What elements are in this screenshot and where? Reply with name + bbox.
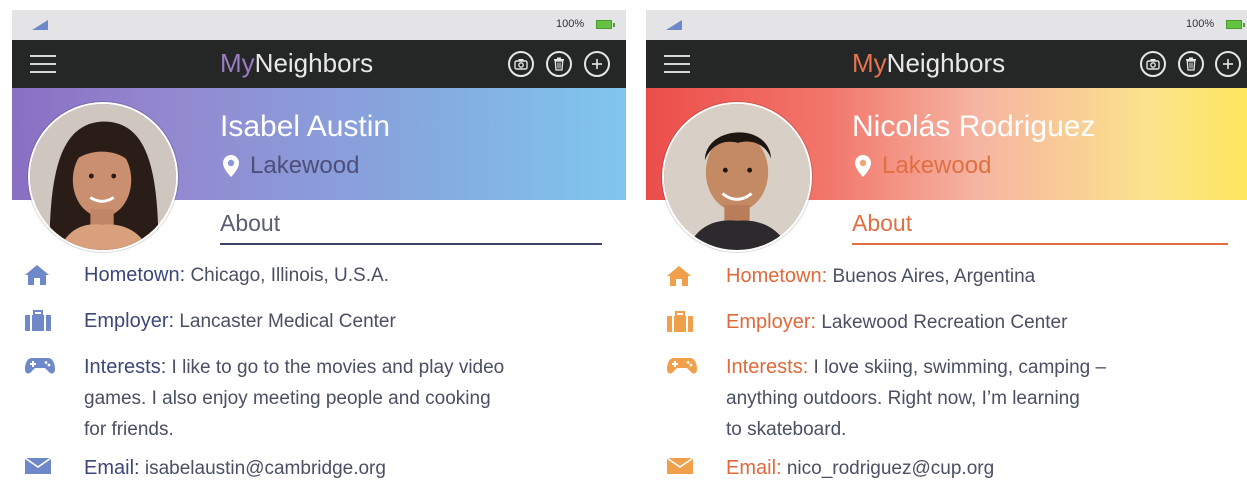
employer-value: Lakewood Recreation Center <box>821 312 1068 333</box>
hometown-label: Hometown: <box>84 264 186 286</box>
profile-name: Isabel Austin <box>220 110 391 143</box>
trash-icon <box>554 57 564 71</box>
app-title-neighbors: Neighbors <box>254 48 374 78</box>
email-row: Email: nico_rodriguez@cup.org <box>666 453 994 484</box>
profile-screen-nicolas: 100% MyNeighbors Nicolás Rodriguez Lakew… <box>646 10 1247 492</box>
avatar <box>28 102 178 252</box>
about-heading: About <box>852 210 1228 245</box>
interests-line-1: I love skiing, swimming, camping – <box>813 357 1107 378</box>
email-value[interactable]: nico_rodriguez@cup.org <box>787 458 994 479</box>
app-title-neighbors: Neighbors <box>886 48 1006 78</box>
menu-icon[interactable] <box>30 54 56 74</box>
delete-button[interactable] <box>1178 51 1204 77</box>
menu-icon[interactable] <box>664 54 690 74</box>
profile-screen-isabel: 100% MyNeighbors Isabel Austin Lakewood … <box>12 10 626 492</box>
camera-icon <box>514 59 528 70</box>
plus-icon <box>1223 59 1233 69</box>
briefcase-icon <box>667 311 693 332</box>
avatar <box>662 102 812 252</box>
hometown-value: Buenos Aires, Argentina <box>832 266 1036 287</box>
signal-icon <box>32 20 48 30</box>
app-title: MyNeighbors <box>220 48 373 79</box>
profile-location: Lakewood <box>854 152 991 180</box>
plus-icon <box>592 59 602 69</box>
add-button[interactable] <box>584 51 610 77</box>
email-label: Email: <box>726 457 782 479</box>
camera-button[interactable] <box>508 51 534 77</box>
home-icon <box>667 266 691 286</box>
status-bar: 100% <box>646 10 1247 40</box>
interests-line-2: anything outdoors. Right now, I’m learni… <box>726 388 1080 409</box>
interests-line-1: I like to go to the movies and play vide… <box>171 357 505 378</box>
app-title-my: My <box>852 48 887 78</box>
hometown-value: Chicago, Illinois, U.S.A. <box>190 265 389 286</box>
about-heading: About <box>220 210 602 245</box>
location-text: Lakewood <box>250 152 360 179</box>
add-button[interactable] <box>1215 51 1241 77</box>
delete-button[interactable] <box>546 51 572 77</box>
location-pin-icon <box>223 155 239 177</box>
location-text: Lakewood <box>882 152 992 179</box>
battery-icon <box>596 20 615 29</box>
hometown-row: Hometown: Buenos Aires, Argentina <box>667 261 1036 292</box>
app-title-my: My <box>220 48 255 78</box>
hometown-label: Hometown: <box>726 265 828 287</box>
trash-icon <box>1186 57 1196 71</box>
profile-name: Nicolás Rodriguez <box>852 110 1096 143</box>
email-row: Email: isabelaustin@cambridge.org <box>24 453 386 484</box>
battery-percent: 100% <box>1186 18 1215 30</box>
interests-row: Interests: I like to go to the movies an… <box>25 352 604 445</box>
interests-row: Interests: I love skiing, swimming, camp… <box>667 352 1226 445</box>
app-bar: MyNeighbors <box>646 40 1247 88</box>
app-title: MyNeighbors <box>852 48 1005 79</box>
envelope-icon <box>666 457 694 474</box>
gamepad-icon <box>25 358 55 374</box>
battery-percent: 100% <box>556 18 585 30</box>
profile-location: Lakewood <box>222 152 359 180</box>
employer-label: Employer: <box>84 310 175 332</box>
interests-line-3: for friends. <box>84 419 174 440</box>
briefcase-icon <box>25 310 51 331</box>
gamepad-icon <box>667 358 697 374</box>
battery-icon <box>1226 20 1245 29</box>
email-value[interactable]: isabelaustin@cambridge.org <box>145 458 386 479</box>
employer-label: Employer: <box>726 311 817 333</box>
interests-label: Interests: <box>84 356 167 378</box>
employer-value: Lancaster Medical Center <box>179 311 396 332</box>
signal-icon <box>666 20 682 30</box>
interests-line-3: to skateboard. <box>726 419 847 440</box>
profile-photo <box>664 104 810 250</box>
status-bar: 100% <box>12 10 626 40</box>
profile-photo <box>30 104 176 250</box>
location-pin-icon <box>855 155 871 177</box>
camera-icon <box>1146 59 1160 70</box>
home-icon <box>25 265 49 285</box>
camera-button[interactable] <box>1140 51 1166 77</box>
hometown-row: Hometown: Chicago, Illinois, U.S.A. <box>25 260 389 291</box>
envelope-icon <box>24 457 52 474</box>
employer-row: Employer: Lakewood Recreation Center <box>667 307 1068 338</box>
app-bar: MyNeighbors <box>12 40 626 88</box>
interests-line-2: games. I also enjoy meeting people and c… <box>84 388 491 409</box>
interests-label: Interests: <box>726 356 809 378</box>
email-label: Email: <box>84 457 140 479</box>
employer-row: Employer: Lancaster Medical Center <box>25 306 396 337</box>
